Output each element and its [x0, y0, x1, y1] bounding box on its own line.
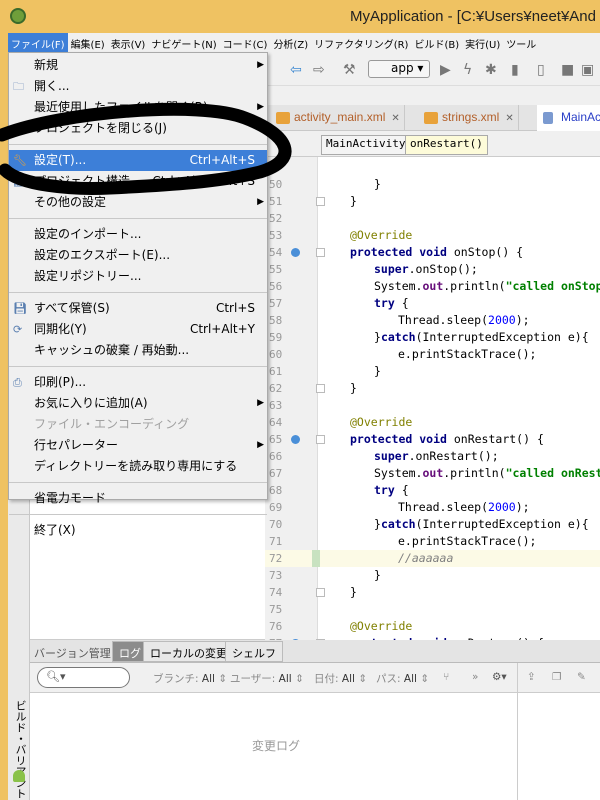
search-icon: 🔍︎▾: [46, 670, 66, 683]
version-control-panel: バージョン管理: ログ ローカルの変更 シェルフ 🔍︎▾ ブランチ: All ⇕…: [30, 640, 600, 800]
edit-icon[interactable]: ✎: [577, 671, 586, 683]
filter-date[interactable]: 日付: All ⇕: [314, 671, 367, 686]
filter-user[interactable]: ユーザー: All ⇕: [230, 671, 304, 686]
version-control-tabs: バージョン管理: ログ ローカルの変更 シェルフ: [30, 640, 600, 663]
panel-divider[interactable]: [517, 663, 518, 800]
cherry-pick-icon[interactable]: ⇪: [527, 671, 536, 683]
log-search-input[interactable]: 🔍︎▾: [37, 667, 130, 688]
vcs-label: バージョン管理:: [34, 647, 115, 660]
copy-icon[interactable]: ❐: [552, 671, 561, 683]
tab-local-changes[interactable]: ローカルの変更: [143, 641, 234, 662]
tab-shelf[interactable]: シェルフ: [225, 641, 283, 662]
filter-path[interactable]: パス: All ⇕: [376, 671, 429, 686]
more-icon[interactable]: »: [472, 671, 478, 683]
log-filter-bar: 🔍︎▾ ブランチ: All ⇕ ユーザー: All ⇕ 日付: All ⇕ パス…: [30, 663, 600, 693]
filter-branch[interactable]: ブランチ: All ⇕: [153, 671, 227, 686]
gear-icon[interactable]: ⚙▾: [492, 671, 507, 683]
change-log-empty-text: 変更ログ: [252, 739, 301, 753]
branches-icon[interactable]: ⑂: [443, 671, 449, 683]
